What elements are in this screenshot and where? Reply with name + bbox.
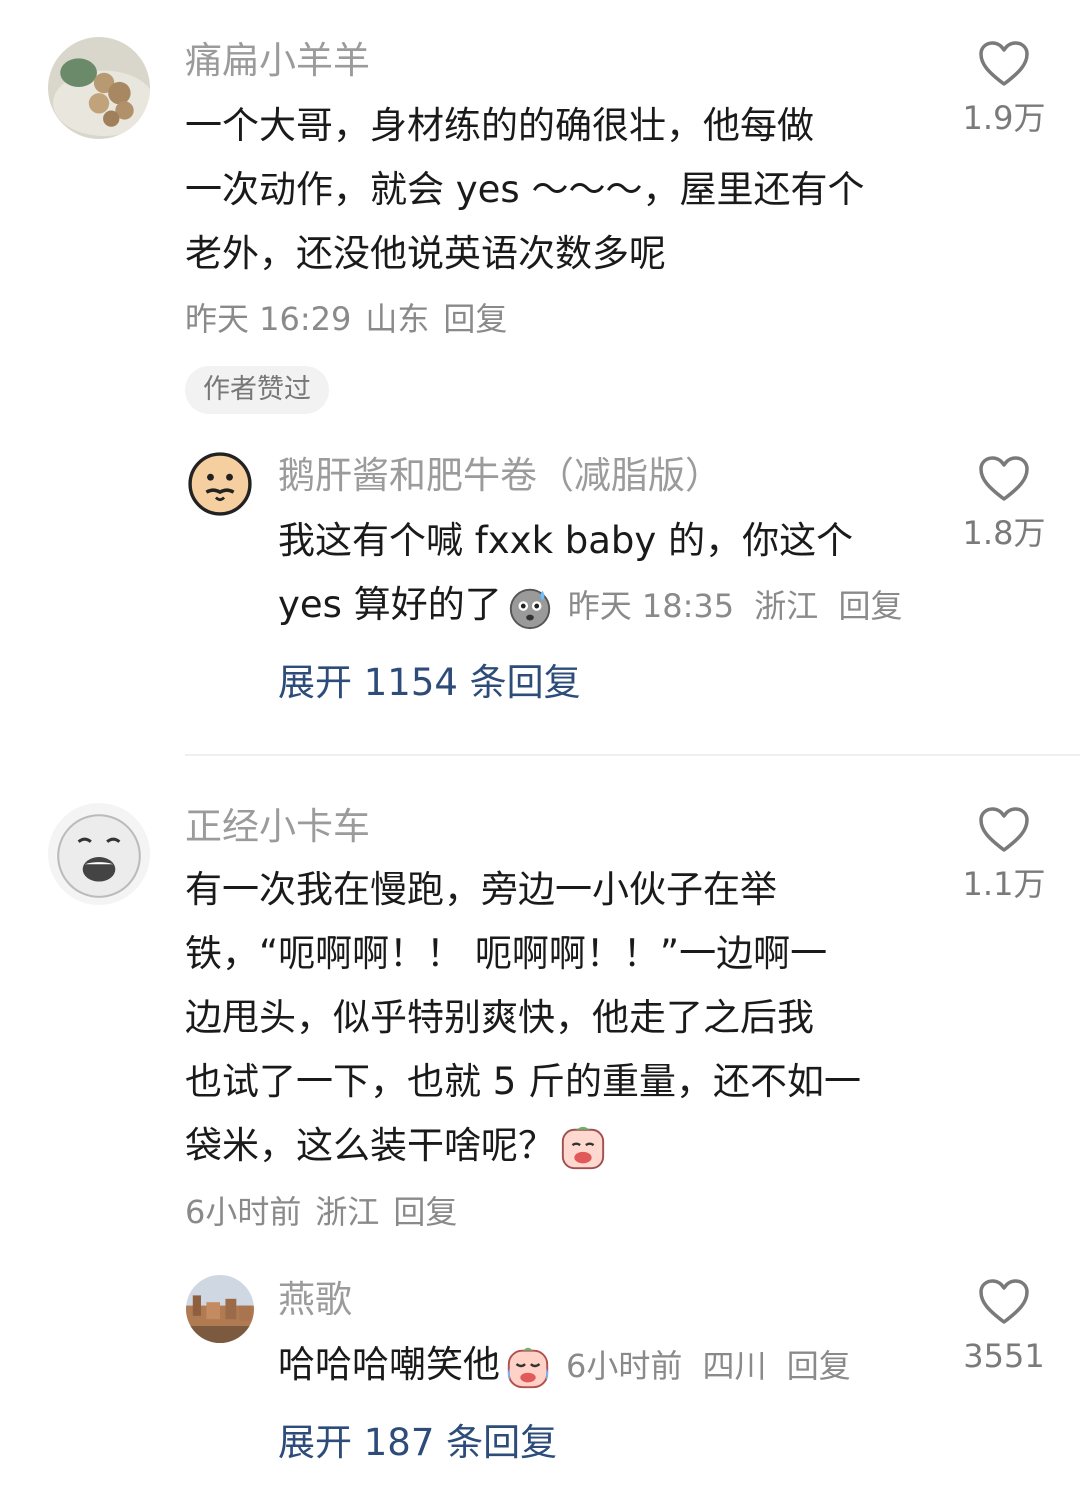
reply-button[interactable]: 回复	[393, 1193, 457, 1231]
comment-text-line: yes 算好的了	[278, 583, 502, 626]
reply-button[interactable]: 回复	[838, 587, 902, 625]
crying-peach-emoji	[559, 1124, 607, 1172]
laughing-meme-face-avatar[interactable]	[48, 803, 150, 905]
like-button[interactable]: 1.9万	[944, 40, 1064, 140]
reply-button[interactable]: 回复	[443, 300, 507, 338]
username[interactable]: 正经小卡车	[185, 804, 370, 850]
location: 四川	[702, 1347, 767, 1385]
like-count: 1.8万	[962, 514, 1046, 552]
username[interactable]: 鹅肝酱和肥牛卷（减脂版）	[278, 453, 722, 499]
comment-text-line: 一次动作，就会 yes ～～～，屋里还有个	[185, 168, 865, 211]
heart-icon	[979, 456, 1029, 501]
comment-text-line: 有一次我在慢跑，旁边一小伙子在举	[185, 868, 777, 911]
reply-button[interactable]: 回复	[787, 1347, 851, 1385]
location: 浙江	[315, 1193, 380, 1231]
timestamp: 6小时前	[566, 1347, 683, 1385]
reply-text: 我这有个喊 fxxk baby 的，你这个 yes 算好的了 昨天 18:35 浙…	[278, 509, 938, 638]
comment-text: 有一次我在慢跑，旁边一小伙子在举 铁，“呃啊啊！！ 呃啊啊！！”一边啊一 边甩头…	[185, 858, 945, 1178]
like-count: 1.9万	[962, 99, 1046, 137]
author-liked-badge: 作者赞过	[185, 366, 329, 414]
cartoon-face-avatar[interactable]	[186, 450, 254, 518]
laughing-tears-emoji	[504, 1343, 552, 1391]
comment-text: 一个大哥，身材练的的确很壮，他每做 一次动作，就会 yes ～～～，屋里还有个 …	[185, 94, 945, 286]
comment-text-line: 老外，还没他说英语次数多呢	[185, 232, 666, 275]
timestamp: 昨天 18:35	[567, 587, 735, 625]
heart-icon	[979, 1279, 1029, 1324]
comment-text-line: 袋米，这么装干啥呢？	[185, 1124, 555, 1167]
timestamp: 昨天 16:29	[185, 300, 352, 338]
like-count: 3551	[963, 1337, 1045, 1375]
divider	[185, 754, 1080, 756]
location: 浙江	[754, 587, 819, 625]
comment-text-line: 铁，“呃啊啊！！ 呃啊啊！！”一边啊一	[185, 932, 828, 975]
mushroom-plate-avatar[interactable]	[48, 37, 150, 139]
username[interactable]: 燕歌	[278, 1277, 352, 1323]
reply-text: 哈哈哈嘲笑他 6小时前 四川 回复	[278, 1333, 938, 1398]
expand-replies-link[interactable]: 展开 187 条回复	[278, 1418, 557, 1468]
like-button[interactable]: 1.8万	[944, 455, 1064, 555]
like-count: 1.1万	[962, 865, 1046, 903]
comment-meta: 6小时前 浙江 回复	[185, 1190, 471, 1234]
like-button[interactable]: 1.1万	[944, 806, 1064, 906]
nervous-sweat-emoji	[506, 583, 554, 631]
city-landscape-avatar[interactable]	[186, 1275, 254, 1343]
timestamp: 6小时前	[185, 1193, 302, 1231]
comment-text-line: 我这有个喊 fxxk baby 的，你这个	[278, 519, 854, 562]
heart-icon	[979, 807, 1029, 852]
heart-icon	[979, 41, 1029, 86]
like-button[interactable]: 3551	[944, 1278, 1064, 1378]
comment-text-line: 也试了一下，也就 5 斤的重量，还不如一	[185, 1060, 862, 1103]
location: 山东	[365, 300, 430, 338]
comment-text-line: 边甩头，似乎特别爽快，他走了之后我	[185, 996, 814, 1039]
expand-replies-link[interactable]: 展开 1154 条回复	[278, 658, 581, 708]
username[interactable]: 痛扁小羊羊	[185, 38, 370, 84]
comment-meta: 昨天 16:29 山东 回复	[185, 297, 521, 341]
comment-text-line: 哈哈哈嘲笑他	[278, 1343, 500, 1386]
comment-text-line: 一个大哥，身材练的的确很壮，他每做	[185, 104, 814, 147]
